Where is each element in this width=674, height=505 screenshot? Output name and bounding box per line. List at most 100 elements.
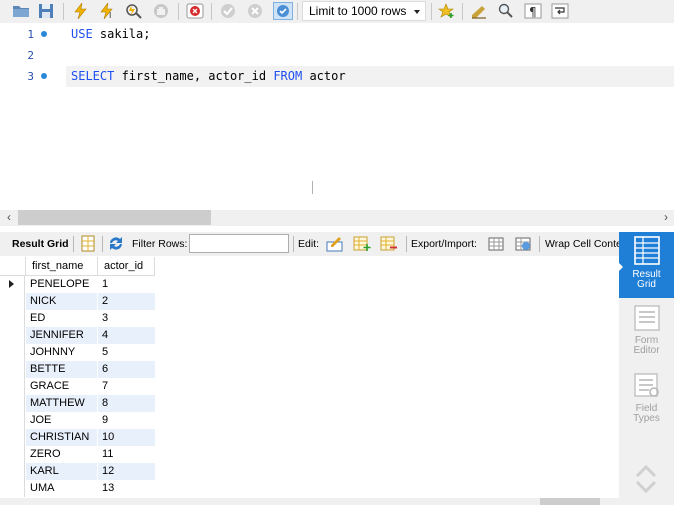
result-view-panel: Result Grid Form Editor Field Types bbox=[618, 232, 674, 505]
grid-toggle-icon[interactable] bbox=[79, 235, 97, 252]
cell-actor-id[interactable]: 3 bbox=[98, 310, 155, 327]
result-grid-tab-label-2: Grid bbox=[637, 279, 656, 290]
explain-icon[interactable] bbox=[124, 2, 144, 20]
cell-first-name[interactable]: ZERO bbox=[26, 446, 97, 463]
cell-actor-id[interactable]: 13 bbox=[98, 480, 155, 497]
cell-first-name[interactable]: UMA bbox=[26, 480, 97, 497]
scroll-left-icon[interactable]: ‹ bbox=[1, 210, 17, 225]
column-header-first-name[interactable]: first_name bbox=[26, 257, 98, 276]
cell-first-name[interactable]: NICK bbox=[26, 293, 97, 310]
sql-text: sakila; bbox=[92, 27, 151, 41]
cell-first-name[interactable]: JOHNNY bbox=[26, 344, 97, 361]
cell-first-name[interactable]: GRACE bbox=[26, 378, 97, 395]
table-row[interactable]: KARL 12 bbox=[0, 463, 155, 480]
table-row[interactable]: ED 3 bbox=[0, 310, 155, 327]
beautify-icon[interactable] bbox=[469, 2, 489, 20]
svg-text:¶: ¶ bbox=[529, 5, 537, 19]
table-row[interactable]: JENNIFER 4 bbox=[0, 327, 155, 344]
rollback-icon[interactable] bbox=[245, 2, 265, 20]
cell-actor-id[interactable]: 10 bbox=[98, 429, 155, 446]
code-line[interactable]: SELECT first_name, actor_id FROM actor bbox=[71, 69, 346, 83]
open-folder-icon[interactable] bbox=[11, 2, 31, 20]
result-grid-label[interactable]: Result Grid bbox=[12, 238, 69, 250]
sql-text: actor bbox=[302, 69, 346, 83]
form-editor-tab-label-2: Editor bbox=[633, 345, 660, 356]
cell-actor-id[interactable]: 7 bbox=[98, 378, 155, 395]
scrollbar-thumb[interactable] bbox=[540, 498, 600, 505]
code-line[interactable]: USE sakila; bbox=[71, 27, 150, 41]
save-icon[interactable] bbox=[36, 2, 56, 20]
field-types-tab[interactable]: Field Types bbox=[619, 372, 674, 424]
wrap-cell-content-label[interactable]: Wrap Cell Content bbox=[545, 238, 619, 250]
table-row[interactable]: PENELOPE 1 bbox=[0, 276, 155, 293]
commit-icon[interactable] bbox=[218, 2, 238, 20]
table-row[interactable]: JOHNNY 5 bbox=[0, 344, 155, 361]
sql-keyword: SELECT bbox=[71, 69, 115, 83]
table-row[interactable]: MATTHEW 8 bbox=[0, 395, 155, 412]
execute-icon[interactable] bbox=[71, 2, 91, 20]
text-cursor bbox=[312, 181, 313, 194]
filter-rows-label: Filter Rows: bbox=[132, 238, 188, 250]
chevron-down-icon bbox=[414, 10, 420, 14]
add-snippet-icon[interactable] bbox=[437, 2, 457, 20]
table-row[interactable]: NICK 2 bbox=[0, 293, 155, 310]
edit-row-icon[interactable] bbox=[326, 235, 344, 252]
chevron-up-down-icon[interactable] bbox=[619, 458, 674, 498]
editor-horizontal-scrollbar[interactable]: ‹ › bbox=[0, 210, 674, 226]
form-editor-tab[interactable]: Form Editor bbox=[619, 304, 674, 356]
result-grid-icon bbox=[633, 236, 660, 265]
cell-first-name[interactable]: MATTHEW bbox=[26, 395, 97, 412]
result-grid-tab[interactable]: Result Grid bbox=[618, 232, 674, 298]
add-row-icon[interactable] bbox=[353, 235, 371, 252]
find-icon[interactable] bbox=[496, 2, 516, 20]
cell-actor-id[interactable]: 2 bbox=[98, 293, 155, 310]
cell-actor-id[interactable]: 8 bbox=[98, 395, 155, 412]
stop-icon[interactable] bbox=[151, 2, 171, 20]
grid-corner bbox=[0, 257, 26, 276]
cell-actor-id[interactable]: 9 bbox=[98, 412, 155, 429]
wrap-icon[interactable] bbox=[550, 2, 570, 20]
cell-first-name[interactable]: PENELOPE bbox=[26, 276, 97, 293]
form-editor-icon bbox=[633, 305, 660, 331]
line-number: 3 bbox=[27, 70, 34, 83]
cell-actor-id[interactable]: 5 bbox=[98, 344, 155, 361]
cell-first-name[interactable]: JOE bbox=[26, 412, 97, 429]
autocommit-icon[interactable] bbox=[273, 2, 293, 20]
sql-keyword: FROM bbox=[273, 69, 303, 83]
cell-actor-id[interactable]: 4 bbox=[98, 327, 155, 344]
import-icon[interactable] bbox=[514, 235, 532, 252]
column-header-actor-id[interactable]: actor_id bbox=[98, 257, 155, 276]
cell-first-name[interactable]: ED bbox=[26, 310, 97, 327]
cell-actor-id[interactable]: 12 bbox=[98, 463, 155, 480]
invisible-chars-icon[interactable]: ¶ bbox=[523, 2, 543, 20]
cell-first-name[interactable]: JENNIFER bbox=[26, 327, 97, 344]
grid-horizontal-scrollbar[interactable] bbox=[0, 498, 619, 505]
export-icon[interactable] bbox=[487, 235, 505, 252]
limit-rows-select[interactable]: Limit to 1000 rows bbox=[302, 1, 426, 21]
execute-current-icon[interactable]: I bbox=[97, 2, 117, 20]
scroll-right-icon[interactable]: › bbox=[658, 210, 674, 225]
refresh-icon[interactable] bbox=[107, 235, 125, 252]
table-row[interactable]: JOE 9 bbox=[0, 412, 155, 429]
table-row[interactable]: UMA 13 bbox=[0, 480, 155, 497]
table-row[interactable]: CHRISTIAN 10 bbox=[0, 429, 155, 446]
scrollbar-thumb[interactable] bbox=[18, 210, 211, 225]
field-types-icon bbox=[633, 373, 659, 397]
table-row[interactable]: ZERO 11 bbox=[0, 446, 155, 463]
cell-first-name[interactable]: KARL bbox=[26, 463, 97, 480]
toggle-error-icon[interactable] bbox=[185, 2, 205, 20]
delete-row-icon[interactable] bbox=[380, 235, 398, 252]
statement-marker-icon bbox=[41, 31, 47, 37]
sql-editor[interactable]: 1 USE sakila; 2 3 SELECT first_name, act… bbox=[0, 23, 674, 210]
table-row[interactable]: GRACE 7 bbox=[0, 378, 155, 395]
svg-text:I: I bbox=[109, 11, 111, 19]
cell-actor-id[interactable]: 1 bbox=[98, 276, 155, 293]
table-row[interactable]: BETTE 6 bbox=[0, 361, 155, 378]
line-number: 2 bbox=[27, 49, 34, 62]
cell-first-name[interactable]: CHRISTIAN bbox=[26, 429, 97, 446]
filter-rows-input[interactable] bbox=[189, 234, 289, 253]
cell-actor-id[interactable]: 6 bbox=[98, 361, 155, 378]
cell-actor-id[interactable]: 11 bbox=[98, 446, 155, 463]
cell-first-name[interactable]: BETTE bbox=[26, 361, 97, 378]
line-number: 1 bbox=[27, 28, 34, 41]
